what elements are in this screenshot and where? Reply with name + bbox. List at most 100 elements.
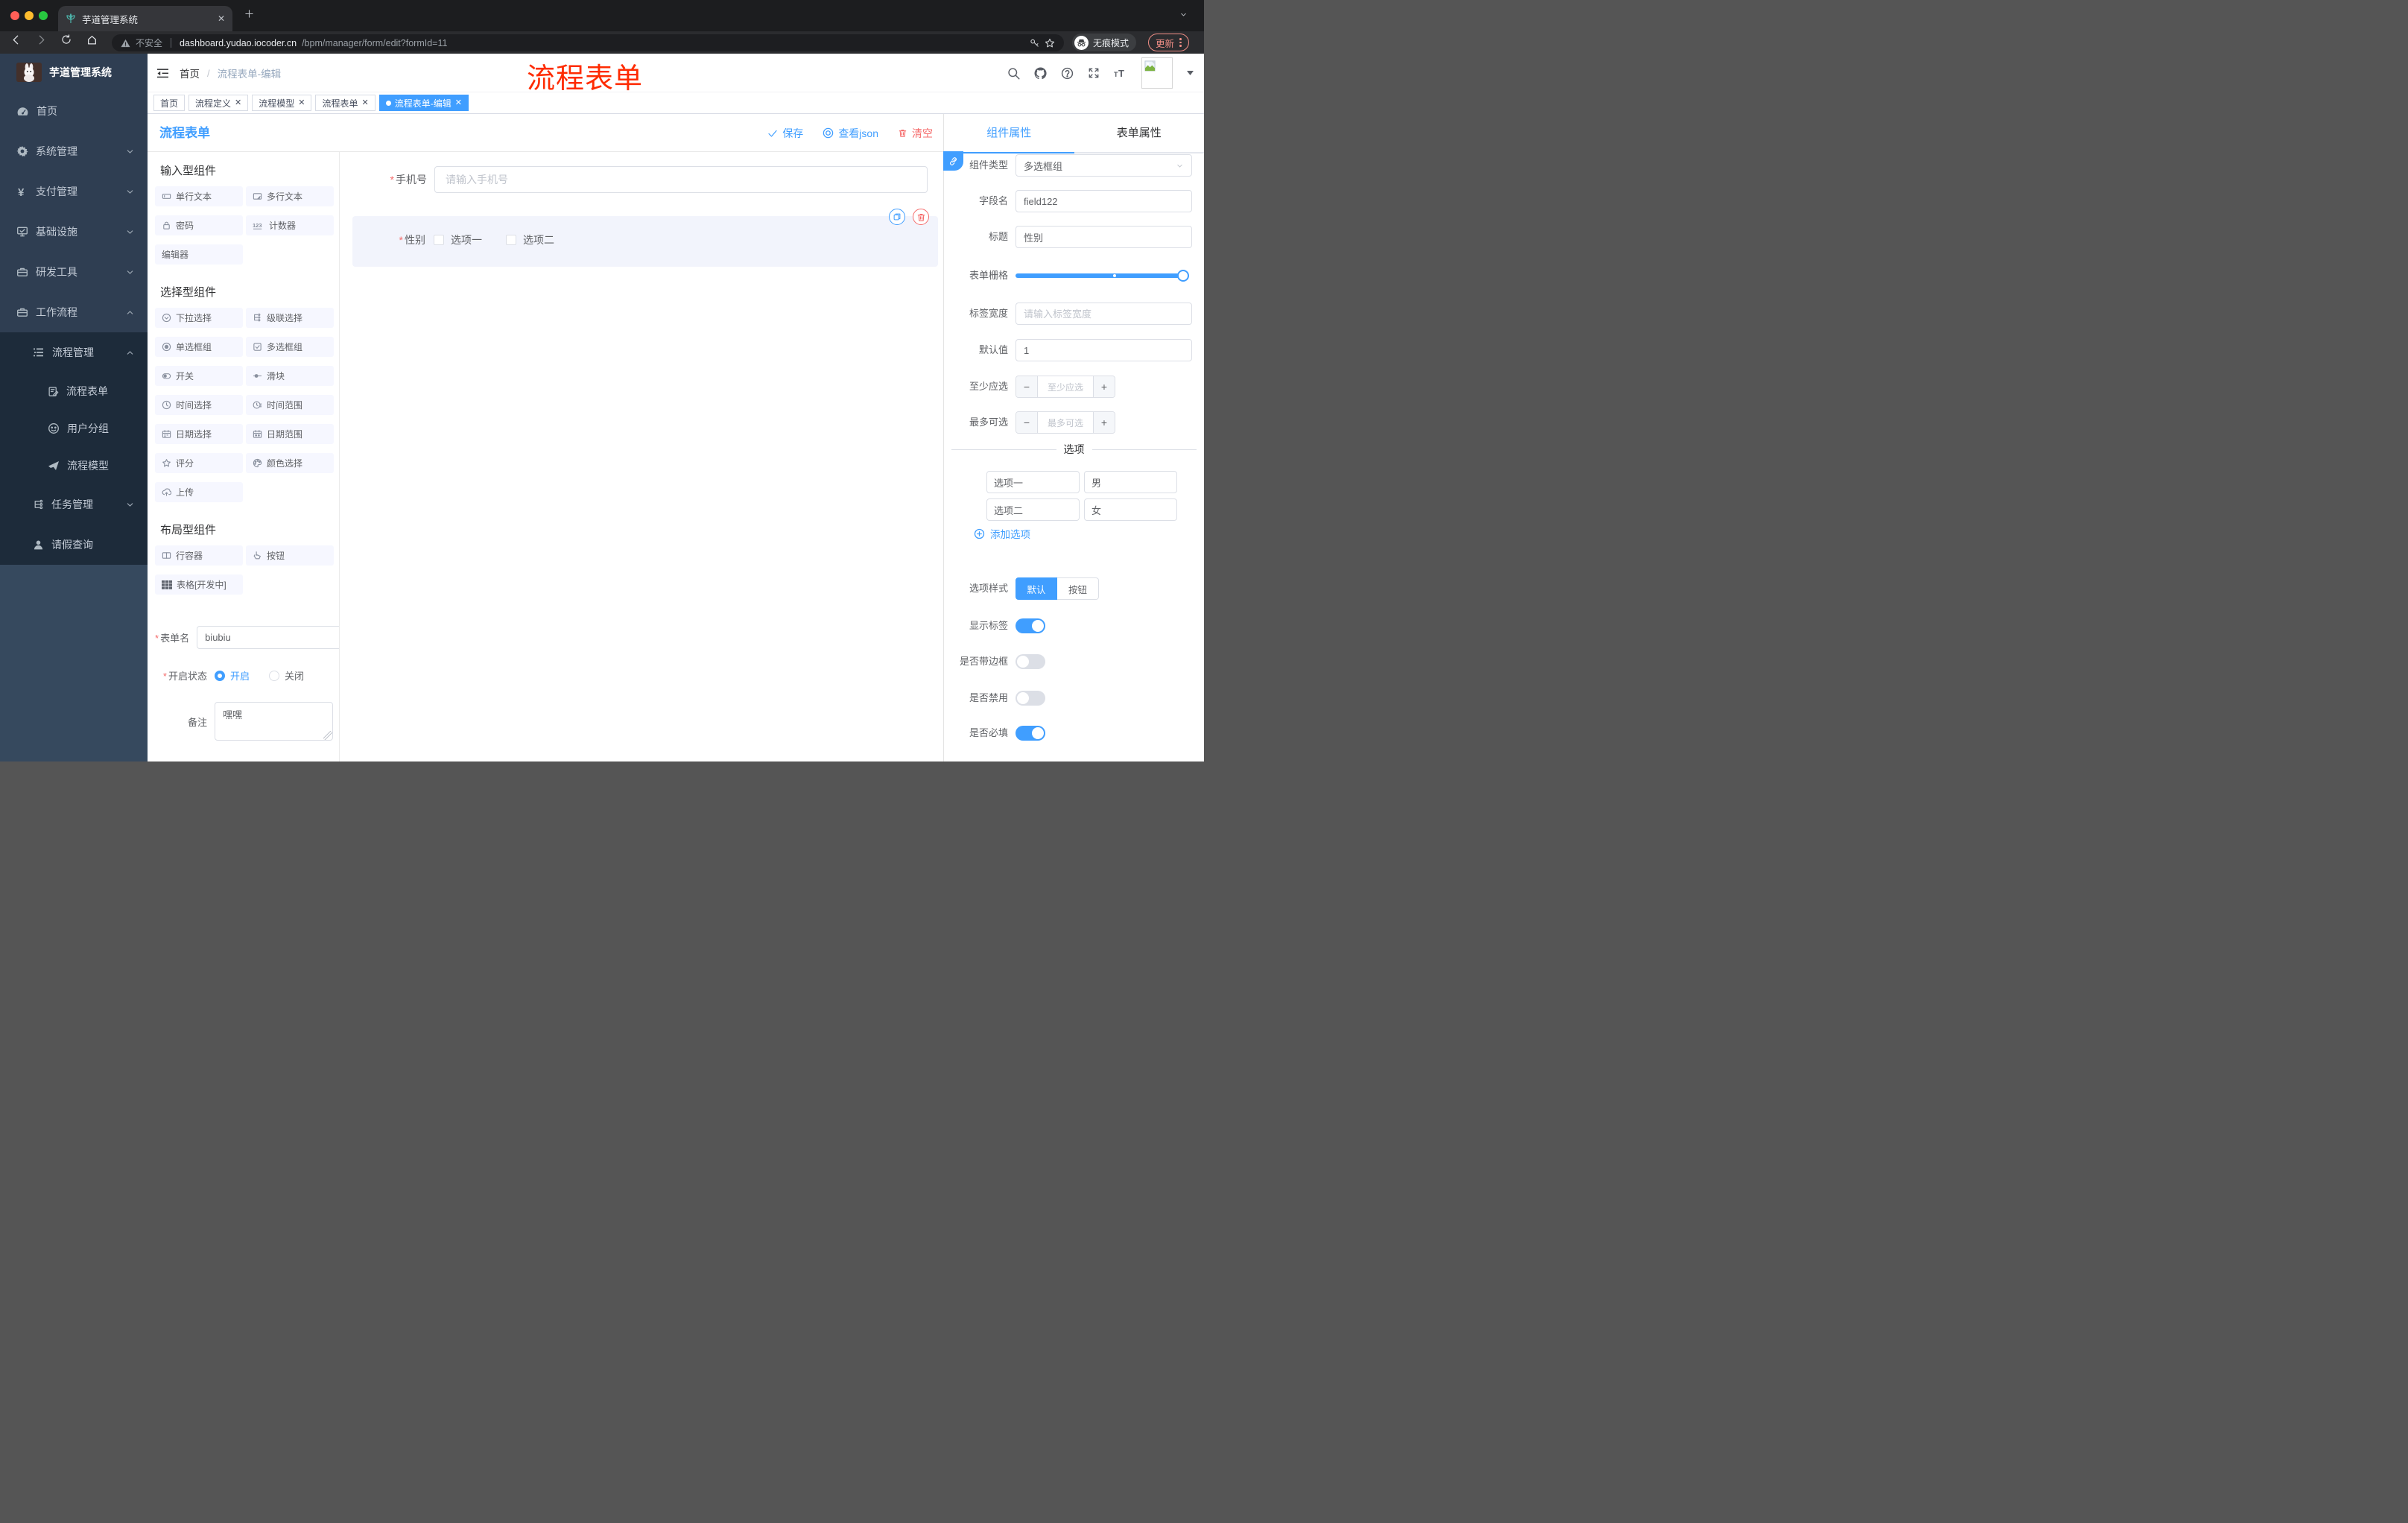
label-width-input[interactable] [1016, 303, 1192, 325]
component-item-单选框组[interactable]: 单选框组 [155, 337, 243, 357]
toggle-switch[interactable] [1016, 618, 1045, 633]
tab-close-icon[interactable]: ✕ [218, 13, 225, 24]
component-item-时间范围[interactable]: 时间范围 [246, 395, 334, 415]
minimize-window-button[interactable] [25, 11, 34, 20]
breadcrumb-home[interactable]: 首页 [180, 66, 200, 80]
help-icon[interactable] [1061, 67, 1074, 80]
collapse-sidebar-icon[interactable] [156, 68, 169, 79]
tag-close-icon[interactable]: ✕ [298, 98, 305, 107]
sidebar-item-流程模型[interactable]: 流程模型 [0, 447, 148, 484]
style-option-默认[interactable]: 默认 [1016, 577, 1057, 600]
component-item-表格[开发中][interactable]: 表格[开发中] [155, 574, 243, 595]
gender-option-2[interactable]: 选项二 [506, 232, 554, 247]
forward-button[interactable] [36, 34, 47, 45]
update-browser-button[interactable]: 更新 [1148, 34, 1189, 51]
component-item-日期范围[interactable]: 日期范围 [246, 424, 334, 444]
component-item-编辑器[interactable]: 编辑器 [155, 244, 243, 265]
tag-close-icon[interactable]: ✕ [455, 98, 462, 107]
sidebar-item-任务管理[interactable]: 任务管理 [0, 484, 148, 525]
font-size-icon[interactable]: TT [1114, 68, 1127, 78]
default-value-input[interactable] [1016, 339, 1192, 361]
increment-button[interactable]: + [1093, 412, 1115, 433]
data-binding-tab[interactable] [943, 151, 963, 171]
field-name-input[interactable] [1016, 190, 1192, 212]
component-item-评分[interactable]: 评分 [155, 453, 243, 473]
component-item-按钮[interactable]: 按钮 [246, 545, 334, 566]
component-item-密码[interactable]: 密码 [155, 215, 243, 235]
checkbox-icon[interactable] [434, 235, 444, 245]
component-item-行容器[interactable]: 行容器 [155, 545, 243, 566]
not-secure-icon[interactable] [121, 39, 130, 48]
copy-field-button[interactable] [889, 209, 905, 225]
component-item-级联选择[interactable]: 级联选择 [246, 308, 334, 328]
bookmark-star-icon[interactable] [1045, 38, 1055, 48]
avatar[interactable] [1141, 57, 1173, 89]
component-item-多行文本[interactable]: 多行文本 [246, 186, 334, 206]
sidebar-logo[interactable]: 芋道管理系统 [0, 54, 148, 91]
sidebar-item-支付管理[interactable]: ¥ 支付管理 [0, 171, 148, 212]
field-title-input[interactable] [1016, 226, 1192, 248]
tag-流程表单-编辑[interactable]: 流程表单-编辑 ✕ [378, 95, 469, 111]
sidebar-item-首页[interactable]: 首页 [0, 91, 148, 131]
add-option-button[interactable]: 添加选项 [974, 526, 1030, 541]
sidebar-item-请假查询[interactable]: 请假查询 [0, 525, 148, 565]
component-item-开关[interactable]: 开关 [155, 366, 243, 386]
option-label-input[interactable] [986, 498, 1080, 521]
status-open-radio[interactable]: 开启 [215, 668, 250, 683]
user-menu-caret-icon[interactable] [1187, 71, 1194, 75]
component-item-下拉选择[interactable]: 下拉选择 [155, 308, 243, 328]
tag-流程表单[interactable]: 流程表单 ✕ [315, 95, 376, 111]
component-item-上传[interactable]: 上传 [155, 482, 243, 502]
back-button[interactable] [10, 34, 22, 45]
slider-handle[interactable] [1177, 270, 1189, 282]
status-closed-radio[interactable]: 关闭 [269, 668, 304, 683]
sidebar-item-用户分组[interactable]: 用户分组 [0, 410, 148, 447]
sidebar-item-流程表单[interactable]: 流程表单 [0, 373, 148, 410]
delete-field-button[interactable] [913, 209, 929, 225]
phone-field[interactable]: * 手机号 [340, 166, 943, 193]
password-manager-icon[interactable] [1030, 38, 1039, 48]
form-remark-textarea[interactable]: 嘿嘿 [215, 702, 333, 741]
checkbox-icon[interactable] [506, 235, 516, 245]
new-tab-button[interactable] [244, 9, 254, 19]
grid-slider[interactable] [1016, 270, 1189, 282]
maximize-window-button[interactable] [39, 11, 48, 20]
component-item-时间选择[interactable]: 时间选择 [155, 395, 243, 415]
address-bar[interactable]: 不安全 dashboard.yudao.iocoder.cn/bpm/manag… [112, 34, 1064, 51]
toggle-switch[interactable] [1016, 726, 1045, 741]
component-item-单行文本[interactable]: 单行文本 [155, 186, 243, 206]
style-option-按钮[interactable]: 按钮 [1057, 577, 1099, 600]
gender-option-1[interactable]: 选项一 [434, 232, 482, 247]
max-select-value[interactable]: 最多可选 [1038, 412, 1093, 433]
tag-close-icon[interactable]: ✕ [235, 98, 241, 107]
sidebar-item-基础设施[interactable]: 基础设施 [0, 212, 148, 252]
tab-search-icon[interactable] [1179, 10, 1188, 19]
decrement-button[interactable]: − [1016, 376, 1038, 397]
search-icon[interactable] [1007, 67, 1020, 80]
sidebar-item-研发工具[interactable]: 研发工具 [0, 252, 148, 292]
tag-流程定义[interactable]: 流程定义 ✕ [188, 95, 249, 111]
home-button[interactable] [86, 34, 98, 45]
browser-tab[interactable]: 芋道管理系统 ✕ [58, 6, 232, 31]
tag-close-icon[interactable]: ✕ [362, 98, 369, 107]
sidebar-item-系统管理[interactable]: 系统管理 [0, 131, 148, 171]
min-select-value[interactable]: 至少应选 [1038, 376, 1093, 397]
component-item-日期选择[interactable]: 日期选择 [155, 424, 243, 444]
component-item-多选框组[interactable]: 多选框组 [246, 337, 334, 357]
github-icon[interactable] [1034, 67, 1047, 80]
decrement-button[interactable]: − [1016, 412, 1038, 433]
sidebar-item-工作流程[interactable]: 工作流程 [0, 292, 148, 332]
view-json-button[interactable]: 查看json [823, 126, 878, 141]
reload-button[interactable] [61, 34, 72, 45]
form-name-input[interactable] [197, 626, 339, 649]
tag-首页[interactable]: 首页 [153, 95, 186, 111]
toggle-switch[interactable] [1016, 654, 1045, 669]
phone-field-input[interactable] [434, 166, 928, 193]
component-item-滑块[interactable]: 滑块 [246, 366, 334, 386]
component-item-计数器[interactable]: 123 计数器 [246, 215, 334, 235]
option-value-input[interactable] [1084, 471, 1177, 493]
fullscreen-icon[interactable] [1088, 67, 1100, 79]
close-window-button[interactable] [10, 11, 19, 20]
tag-流程模型[interactable]: 流程模型 ✕ [252, 95, 312, 111]
increment-button[interactable]: + [1093, 376, 1115, 397]
